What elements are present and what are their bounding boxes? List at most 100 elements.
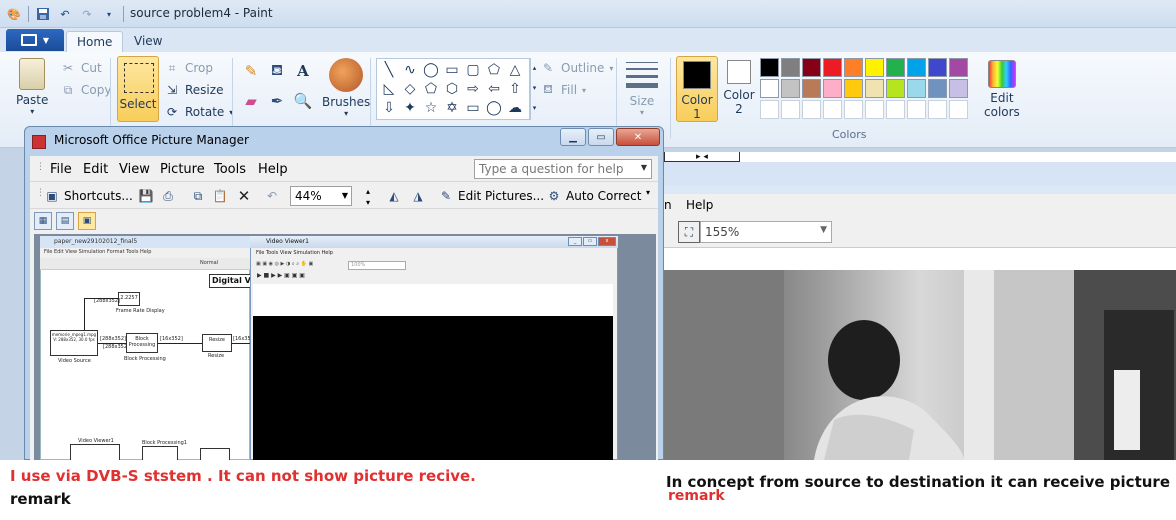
- four-point-star-shape-icon[interactable]: ✦: [400, 99, 420, 117]
- paste-button[interactable]: Paste ▾: [16, 58, 48, 116]
- custom-color-slot[interactable]: [907, 100, 926, 119]
- qat-customize-icon[interactable]: ▾: [101, 6, 117, 22]
- eraser-icon[interactable]: ▰: [240, 90, 262, 112]
- palette-color-swatch[interactable]: [886, 79, 905, 98]
- rotate-button[interactable]: ⟳Rotate ▾: [164, 104, 233, 120]
- up-arrow-shape-icon[interactable]: ⇧: [505, 80, 525, 98]
- custom-color-slot[interactable]: [865, 100, 884, 119]
- ask-question-input[interactable]: Type a question for help ▼: [474, 159, 652, 179]
- diamond-shape-icon[interactable]: ◇: [400, 80, 420, 98]
- palette-color-swatch[interactable]: [928, 79, 947, 98]
- menu-edit[interactable]: Edit: [83, 162, 108, 177]
- paste-button[interactable]: 📋: [212, 188, 228, 204]
- pentagon-shape-icon[interactable]: ⬠: [421, 80, 441, 98]
- text-icon[interactable]: A: [292, 60, 314, 82]
- thumbnail-view-icon[interactable]: ▦: [34, 212, 52, 230]
- menu-help[interactable]: Help: [258, 162, 288, 177]
- palette-color-swatch[interactable]: [781, 58, 800, 77]
- zoom-select[interactable]: 44% ▼: [290, 186, 352, 206]
- palette-color-swatch[interactable]: [760, 58, 779, 77]
- palette-color-swatch[interactable]: [802, 58, 821, 77]
- fill-button[interactable]: ⛾ Fill ▾: [540, 82, 586, 98]
- menu-view[interactable]: View: [119, 162, 150, 177]
- hexagon-shape-icon[interactable]: ⬡: [442, 80, 462, 98]
- down-arrow-shape-icon[interactable]: ⇩: [379, 99, 399, 117]
- palette-color-swatch[interactable]: [865, 79, 884, 98]
- right-arrow-shape-icon[interactable]: ⇨: [463, 80, 483, 98]
- paint-app-icon[interactable]: 🎨: [6, 6, 22, 22]
- palette-color-swatch[interactable]: [886, 58, 905, 77]
- redo-icon[interactable]: ↷: [79, 6, 95, 22]
- custom-color-slot[interactable]: [802, 100, 821, 119]
- zoom-spinner[interactable]: ▴ ▾: [366, 188, 370, 207]
- palette-color-swatch[interactable]: [907, 58, 926, 77]
- brushes-button[interactable]: Brushes ▾: [322, 58, 370, 118]
- right-triangle-shape-icon[interactable]: ◺: [379, 80, 399, 98]
- undo-icon[interactable]: ↶: [57, 6, 73, 22]
- size-button[interactable]: Size ▾: [626, 60, 658, 117]
- custom-color-slot[interactable]: [781, 100, 800, 119]
- oval-shape-icon[interactable]: ◯: [421, 61, 441, 79]
- custom-color-slot[interactable]: [823, 100, 842, 119]
- six-point-star-shape-icon[interactable]: ✡: [442, 99, 462, 117]
- line-shape-icon[interactable]: ╲: [379, 61, 399, 79]
- save-button[interactable]: 💾: [138, 188, 154, 204]
- tab-view[interactable]: View: [124, 31, 172, 52]
- palette-color-swatch[interactable]: [823, 79, 842, 98]
- fit-to-window-icon[interactable]: ⛶: [678, 221, 700, 243]
- bg-menu-help[interactable]: Help: [686, 198, 713, 212]
- delete-button[interactable]: ✕: [236, 187, 252, 205]
- paint-menu-button[interactable]: ▼: [6, 29, 64, 51]
- edit-pictures-button[interactable]: ✎ Edit Pictures...: [438, 188, 544, 204]
- palette-color-swatch[interactable]: [928, 58, 947, 77]
- menu-picture[interactable]: Picture: [160, 162, 205, 177]
- tab-home[interactable]: Home: [66, 31, 124, 52]
- five-point-star-shape-icon[interactable]: ☆: [421, 99, 441, 117]
- edit-colors-button[interactable]: Edit colors: [984, 58, 1020, 119]
- curve-shape-icon[interactable]: ∿: [400, 61, 420, 79]
- palette-color-swatch[interactable]: [823, 58, 842, 77]
- crop-button[interactable]: ⌗ Crop: [164, 60, 213, 76]
- rectangle-shape-icon[interactable]: ▭: [442, 61, 462, 79]
- bg-zoom-select[interactable]: 155% ▼: [700, 221, 832, 243]
- palette-color-swatch[interactable]: [844, 58, 863, 77]
- rect-callout-shape-icon[interactable]: ▭: [463, 99, 483, 117]
- auto-correct-button[interactable]: ⚙ Auto Correct: [546, 188, 642, 204]
- palette-color-swatch[interactable]: [907, 79, 926, 98]
- palette-color-swatch[interactable]: [781, 79, 800, 98]
- color2-button[interactable]: Color 2: [718, 56, 760, 122]
- shapes-gallery-scroll[interactable]: ▴ ▾ ▾: [530, 58, 538, 120]
- maximize-button[interactable]: ▭: [588, 128, 614, 146]
- cloud-callout-shape-icon[interactable]: ☁: [505, 99, 525, 117]
- shapes-gallery[interactable]: ╲ ∿ ◯ ▭ ▢ ⬠ △ ◺ ◇ ⬠ ⬡ ⇨ ⇦ ⇧ ⇩ ✦ ☆ ✡ ▭ ◯ …: [376, 58, 530, 120]
- custom-color-slot[interactable]: [760, 100, 779, 119]
- resize-button[interactable]: ⇲ Resize: [164, 82, 223, 98]
- custom-color-slot[interactable]: [928, 100, 947, 119]
- close-button[interactable]: ✕: [616, 128, 660, 146]
- copy-button[interactable]: ⧉ Copy: [60, 82, 112, 98]
- color1-button[interactable]: Color 1: [676, 56, 718, 122]
- oval-callout-shape-icon[interactable]: ◯: [484, 99, 504, 117]
- custom-color-slot[interactable]: [844, 100, 863, 119]
- single-picture-view-icon[interactable]: ▣: [78, 212, 96, 230]
- triangle-shape-icon[interactable]: △: [505, 61, 525, 79]
- save-icon[interactable]: [35, 6, 51, 22]
- cut-button[interactable]: ✂ Cut: [60, 60, 102, 76]
- outline-button[interactable]: ✎ Outline ▾: [540, 60, 613, 76]
- custom-color-slot[interactable]: [949, 100, 968, 119]
- menu-tools[interactable]: Tools: [214, 162, 246, 177]
- minimize-button[interactable]: ▁: [560, 128, 586, 146]
- select-button[interactable]: Select: [117, 56, 159, 122]
- copy-button[interactable]: ⧉: [190, 188, 206, 204]
- rounded-rect-shape-icon[interactable]: ▢: [463, 61, 483, 79]
- undo-button[interactable]: ↶: [264, 188, 280, 204]
- shortcuts-button[interactable]: ▣ Shortcuts...: [44, 188, 132, 204]
- color-picker-icon[interactable]: ✒: [266, 90, 288, 112]
- palette-color-swatch[interactable]: [949, 79, 968, 98]
- palette-color-swatch[interactable]: [949, 58, 968, 77]
- bg-menu-partial[interactable]: n: [664, 198, 672, 212]
- rotate-left-button[interactable]: ◭: [386, 188, 402, 204]
- magnifier-icon[interactable]: 🔍: [292, 90, 314, 112]
- toolbar-overflow-button[interactable]: ▾: [646, 188, 650, 197]
- export-button[interactable]: ⎙: [160, 188, 176, 204]
